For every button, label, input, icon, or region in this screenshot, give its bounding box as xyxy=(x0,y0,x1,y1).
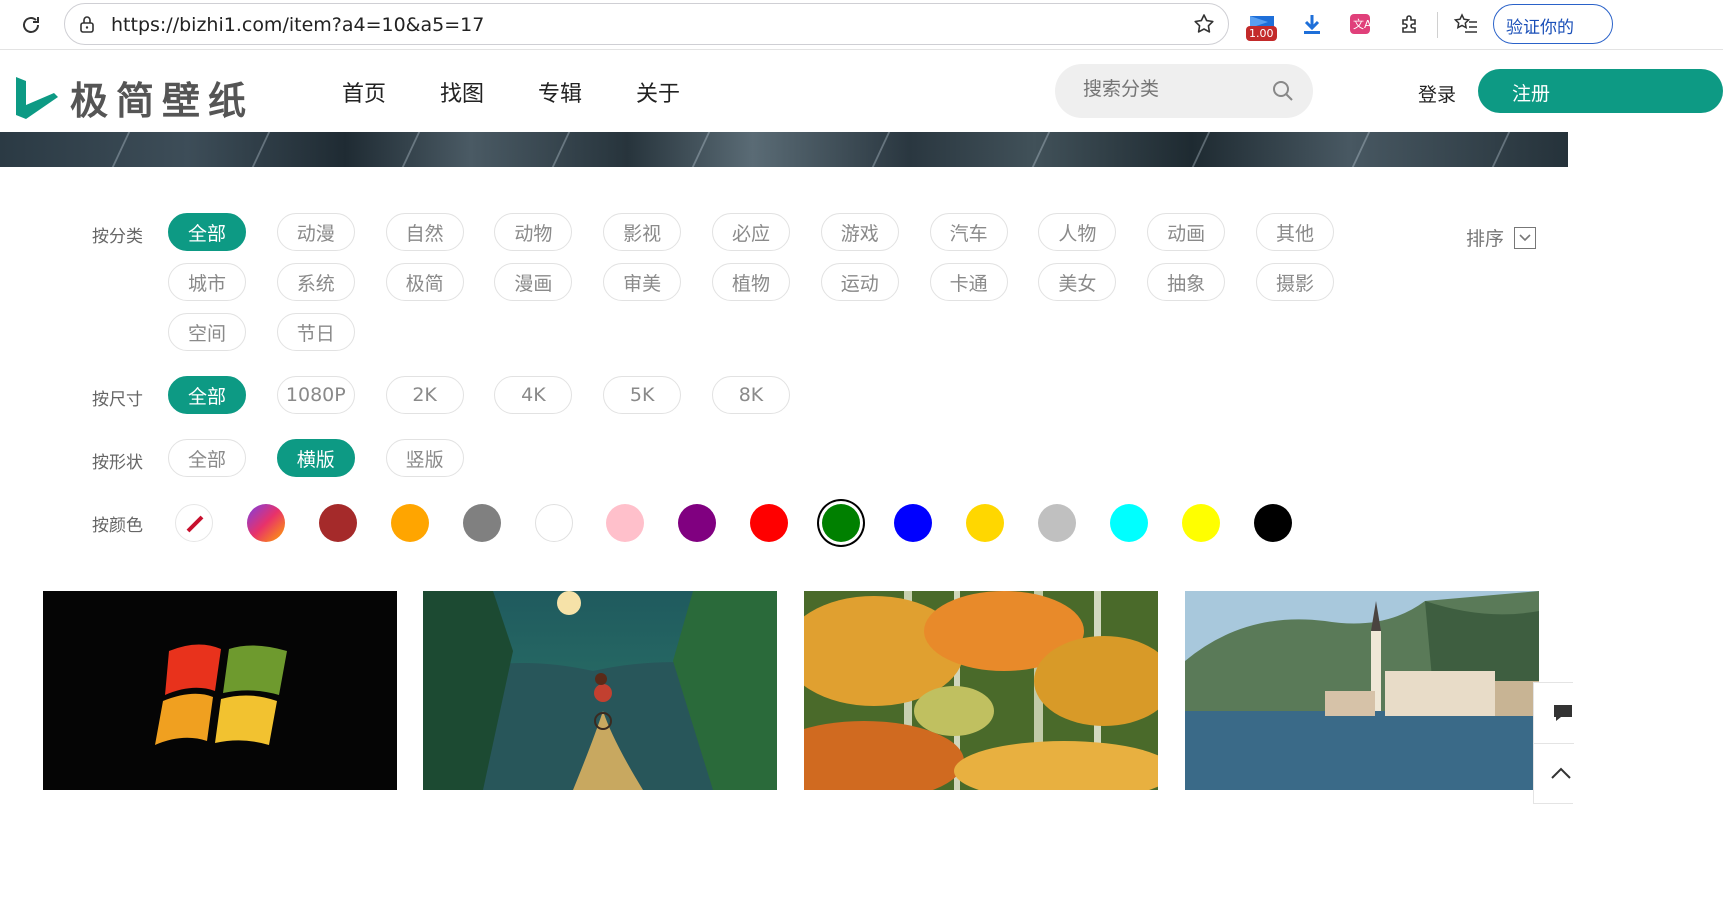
sort-label: 排序 xyxy=(1466,228,1505,250)
category-chip[interactable]: 动漫 xyxy=(276,213,355,251)
color-swatch[interactable] xyxy=(390,504,429,542)
favorites-list-icon[interactable] xyxy=(1450,8,1482,40)
category-chip[interactable]: 游戏 xyxy=(820,213,899,251)
color-filter-label: 按颜色 xyxy=(92,516,143,536)
color-swatch[interactable] xyxy=(1037,504,1076,542)
category-chip[interactable]: 摄影 xyxy=(1256,263,1334,301)
category-chip[interactable]: 美女 xyxy=(1038,263,1117,301)
color-swatch[interactable] xyxy=(1109,504,1148,542)
size-chip[interactable]: 1080P xyxy=(276,376,355,414)
address-bar[interactable]: https://bizhi1.com/item?a4=10&a5=17 xyxy=(64,3,1229,45)
site-header: 极简壁纸 首页 找图 专辑 关于 登录 注册 xyxy=(0,50,1723,132)
category-chip[interactable]: 极简 xyxy=(385,263,464,301)
logo-mark-icon xyxy=(16,76,58,119)
size-chip[interactable]: 4K xyxy=(494,376,573,414)
wallpaper-thumbnail-windows-logo[interactable] xyxy=(43,591,397,790)
translate-extension-icon[interactable]: 文A xyxy=(1344,8,1376,40)
category-chip[interactable]: 影视 xyxy=(603,213,682,251)
color-swatch[interactable] xyxy=(606,504,645,542)
nav-home[interactable]: 首页 xyxy=(342,76,386,108)
back-to-top-icon[interactable] xyxy=(1550,765,1572,784)
extensions-puzzle-icon[interactable] xyxy=(1394,8,1426,40)
shape-chip[interactable]: 竖版 xyxy=(385,439,464,477)
reload-icon[interactable] xyxy=(16,10,46,40)
size-chip[interactable]: 8K xyxy=(712,376,790,414)
search-box xyxy=(1055,64,1313,118)
category-chip[interactable]: 汽车 xyxy=(929,213,1008,251)
color-swatch[interactable] xyxy=(965,504,1004,542)
category-chip[interactable]: 人物 xyxy=(1038,213,1117,251)
category-chip[interactable]: 城市 xyxy=(168,263,246,301)
sort-dropdown[interactable]: 排序 xyxy=(1466,224,1537,251)
category-chip[interactable]: 抽象 xyxy=(1147,263,1226,301)
register-button[interactable]: 注册 xyxy=(1478,69,1723,113)
wallpaper-thumbnail-night-bicycle[interactable] xyxy=(423,591,777,790)
shape-chip[interactable]: 横版 xyxy=(276,439,355,477)
color-swatch-gradient[interactable] xyxy=(246,504,285,542)
category-chip[interactable]: 运动 xyxy=(820,263,899,301)
category-chip[interactable]: 动画 xyxy=(1147,213,1226,251)
banner-image xyxy=(0,132,1568,167)
color-swatch[interactable] xyxy=(462,504,501,542)
color-swatch[interactable] xyxy=(534,504,573,542)
category-filter-label: 按分类 xyxy=(92,227,143,247)
color-swatch[interactable] xyxy=(1181,504,1220,542)
verify-identity-button[interactable]: 验证你的 xyxy=(1493,4,1613,44)
nav-about[interactable]: 关于 xyxy=(636,76,680,108)
category-chip[interactable]: 系统 xyxy=(276,263,355,301)
color-swatch[interactable] xyxy=(894,504,932,542)
login-link[interactable]: 登录 xyxy=(1418,80,1456,107)
chat-icon[interactable] xyxy=(1552,703,1574,727)
logo-text: 极简壁纸 xyxy=(70,78,255,123)
category-chip[interactable]: 空间 xyxy=(168,313,246,351)
shape-filter-label: 按形状 xyxy=(92,453,143,473)
browser-toolbar: https://bizhi1.com/item?a4=10&a5=17 1.00… xyxy=(0,0,1723,50)
main-nav: 首页 找图 专辑 关于 xyxy=(342,76,680,108)
size-chip[interactable]: 全部 xyxy=(168,376,246,414)
url-text[interactable]: https://bizhi1.com/item?a4=10&a5=17 xyxy=(111,14,484,36)
size-chip[interactable]: 5K xyxy=(603,376,682,414)
color-swatch-none[interactable] xyxy=(175,504,213,542)
side-float-toolbar xyxy=(1533,682,1574,804)
category-chip[interactable]: 动物 xyxy=(494,213,573,251)
category-chip[interactable]: 漫画 xyxy=(494,263,573,301)
toolbar-separator xyxy=(1437,12,1438,38)
favorite-star-icon[interactable] xyxy=(1192,12,1216,36)
category-chip[interactable]: 全部 xyxy=(168,213,246,251)
color-swatch[interactable] xyxy=(318,504,357,542)
category-chip[interactable]: 审美 xyxy=(603,263,682,301)
category-chip[interactable]: 自然 xyxy=(385,213,464,251)
search-input[interactable] xyxy=(1083,78,1253,100)
search-icon[interactable] xyxy=(1271,79,1295,103)
nav-find[interactable]: 找图 xyxy=(440,76,484,108)
site-logo[interactable]: 极简壁纸 xyxy=(14,70,254,125)
category-chip[interactable]: 其他 xyxy=(1256,213,1334,251)
category-chip[interactable]: 卡通 xyxy=(929,263,1008,301)
svg-text:文A: 文A xyxy=(1353,17,1372,31)
nav-albums[interactable]: 专辑 xyxy=(538,76,582,108)
color-swatch[interactable] xyxy=(1253,504,1292,542)
color-swatch[interactable] xyxy=(822,504,861,542)
size-chip[interactable]: 2K xyxy=(385,376,464,414)
chevron-down-icon xyxy=(1514,226,1537,249)
wallpaper-thumbnail-hallstatt-lake[interactable] xyxy=(1185,591,1539,790)
wallpaper-thumbnail-autumn-bamboo[interactable] xyxy=(804,591,1158,790)
category-chip[interactable]: 必应 xyxy=(712,213,790,251)
color-swatch[interactable] xyxy=(678,504,717,542)
download-icon[interactable] xyxy=(1296,8,1328,40)
category-chip[interactable]: 植物 xyxy=(712,263,790,301)
color-swatch[interactable] xyxy=(750,504,789,542)
lock-icon[interactable] xyxy=(77,14,97,34)
shape-chip[interactable]: 全部 xyxy=(168,439,246,477)
extension-badge: 1.00 xyxy=(1246,26,1277,41)
category-chip[interactable]: 节日 xyxy=(276,313,355,351)
size-filter-label: 按尺寸 xyxy=(92,390,143,410)
